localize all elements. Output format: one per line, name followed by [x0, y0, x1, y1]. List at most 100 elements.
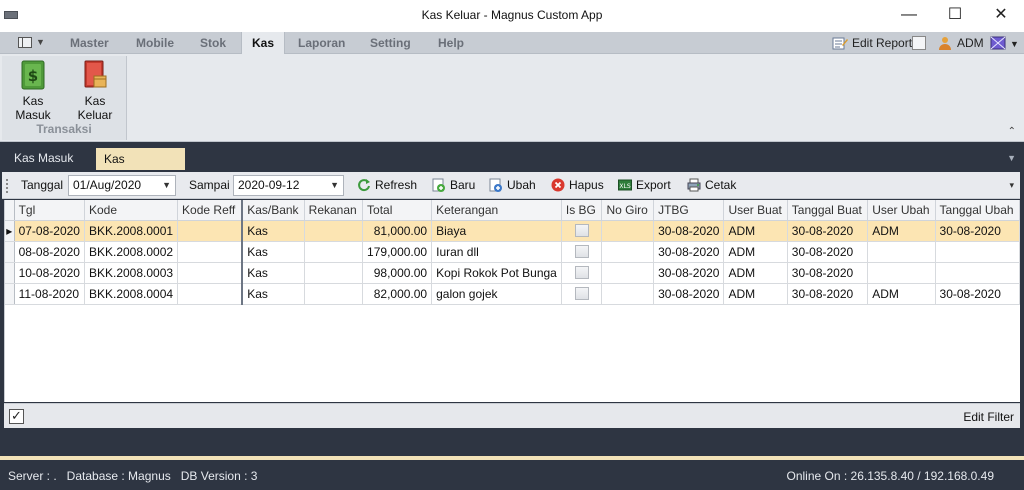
cell-tanggal-ubah[interactable]: 30-08-2020: [935, 220, 1021, 242]
cell-kas-bank[interactable]: Kas: [241, 241, 305, 263]
cell-tgl[interactable]: 08-08-2020: [14, 241, 85, 263]
doc-tab-kas-keluar[interactable]: Kas Keluar✕: [96, 148, 185, 184]
chevron-down-icon[interactable]: ▼: [1007, 153, 1016, 163]
hapus-button[interactable]: Hapus: [551, 178, 604, 192]
cell-kode-reff[interactable]: [177, 241, 243, 263]
column-header-total[interactable]: Total: [362, 200, 433, 221]
cell-tanggal-buat[interactable]: 30-08-2020: [787, 262, 869, 284]
cell-keterangan[interactable]: galon gojek: [431, 283, 562, 305]
cell-tanggal-ubah[interactable]: 30-08-2020: [935, 283, 1021, 305]
column-header-tanggal-buat[interactable]: Tanggal Buat: [787, 200, 869, 221]
column-header-user-ubah[interactable]: User Ubah: [867, 200, 936, 221]
cell-tanggal-buat[interactable]: 30-08-2020: [787, 220, 869, 242]
cetak-button[interactable]: Cetak: [687, 178, 736, 192]
column-header-no-giro[interactable]: No Giro: [601, 200, 655, 221]
tab-stok[interactable]: Stok: [190, 32, 236, 54]
is-bg-checkbox[interactable]: [574, 286, 589, 300]
cell-keterangan[interactable]: Kopi Rokok Pot Bunga: [431, 262, 562, 284]
cell-kode[interactable]: BKK.2008.0003: [84, 262, 179, 284]
skin-menu[interactable]: ▼: [990, 32, 1019, 54]
cell-no-giro[interactable]: [601, 262, 655, 284]
user-menu[interactable]: ADM: [937, 32, 984, 54]
cell-no-giro[interactable]: [601, 220, 655, 242]
tab-kas[interactable]: Kas: [241, 32, 286, 55]
is-bg-checkbox[interactable]: [574, 223, 589, 237]
toolbar-overflow-icon[interactable]: ▾: [1009, 180, 1014, 191]
column-header-rekanan[interactable]: Rekanan: [304, 200, 364, 221]
cell-tanggal-buat[interactable]: 30-08-2020: [787, 241, 869, 263]
cell-total[interactable]: 81,000.00: [362, 220, 433, 242]
cell-keterangan[interactable]: Iuran dll: [431, 241, 562, 263]
is-bg-checkbox[interactable]: [574, 265, 589, 279]
cell-user-buat[interactable]: ADM: [723, 262, 788, 284]
cell-user-ubah[interactable]: ADM: [867, 283, 936, 305]
sampai-date-input[interactable]: 2020-09-12 ▼: [233, 175, 344, 196]
cell-is-bg[interactable]: [561, 283, 603, 305]
cell-jtbg[interactable]: 30-08-2020: [653, 283, 725, 305]
column-header-user-buat[interactable]: User Buat: [723, 200, 788, 221]
cell-tgl[interactable]: 10-08-2020: [14, 262, 85, 284]
doc-tab-kas-masuk[interactable]: Kas Masuk: [6, 148, 81, 170]
application-menu-button[interactable]: ▼: [8, 34, 48, 52]
column-header-keterangan[interactable]: Keterangan: [431, 200, 562, 221]
table-row[interactable]: 11-08-2020 BKK.2008.0004 Kas 82,000.00 g…: [5, 283, 1021, 305]
cell-rekanan[interactable]: [304, 241, 364, 263]
column-header-is-bg[interactable]: Is BG: [561, 200, 603, 221]
cell-total[interactable]: 98,000.00: [362, 262, 433, 284]
cell-tgl[interactable]: 07-08-2020: [14, 220, 85, 242]
export-button[interactable]: XLS Export: [618, 178, 671, 192]
cell-total[interactable]: 179,000.00: [362, 241, 433, 263]
is-bg-checkbox[interactable]: [574, 244, 589, 258]
edit-report-button[interactable]: Edit Report: [832, 32, 912, 54]
cell-total[interactable]: 82,000.00: [362, 283, 433, 305]
cell-rekanan[interactable]: [304, 262, 364, 284]
column-header-jtbg[interactable]: JTBG: [653, 200, 725, 221]
filter-enable-checkbox[interactable]: ✓: [9, 409, 24, 424]
toolbar-grip[interactable]: [6, 179, 8, 193]
cell-jtbg[interactable]: 30-08-2020: [653, 220, 725, 242]
kas-keluar-ribbon-button[interactable]: Kas Keluar: [66, 58, 124, 122]
tab-setting[interactable]: Setting: [360, 32, 421, 54]
table-row[interactable]: 08-08-2020 BKK.2008.0002 Kas 179,000.00 …: [5, 241, 1021, 263]
cell-is-bg[interactable]: [561, 241, 603, 263]
cell-is-bg[interactable]: [561, 220, 603, 242]
cell-kode[interactable]: BKK.2008.0002: [84, 241, 179, 263]
tab-mobile[interactable]: Mobile: [126, 32, 184, 54]
tanggal-date-input[interactable]: 01/Aug/2020 ▼: [68, 175, 176, 196]
cell-kas-bank[interactable]: Kas: [241, 220, 305, 242]
cell-kode-reff[interactable]: [177, 283, 243, 305]
cell-tanggal-ubah[interactable]: [935, 241, 1021, 263]
cell-tanggal-ubah[interactable]: [935, 262, 1021, 284]
cell-tgl[interactable]: 11-08-2020: [14, 283, 85, 305]
cell-is-bg[interactable]: [561, 262, 603, 284]
table-row[interactable]: ▸ 07-08-2020 BKK.2008.0001 Kas 81,000.00…: [5, 220, 1021, 242]
dropdown-arrow-icon[interactable]: ▼: [330, 176, 339, 195]
cell-jtbg[interactable]: 30-08-2020: [653, 262, 725, 284]
column-header-kode-reff[interactable]: Kode Reff: [177, 200, 243, 221]
ribbon-collapse-button[interactable]: ⌃: [1008, 126, 1016, 137]
baru-button[interactable]: Baru: [432, 178, 475, 192]
cell-no-giro[interactable]: [601, 283, 655, 305]
table-row[interactable]: 10-08-2020 BKK.2008.0003 Kas 98,000.00 K…: [5, 262, 1021, 284]
column-header-tgl[interactable]: Tgl: [14, 200, 85, 221]
cell-no-giro[interactable]: [601, 241, 655, 263]
cell-kode[interactable]: BKK.2008.0001: [84, 220, 179, 242]
tab-master[interactable]: Master: [60, 32, 119, 54]
ubah-button[interactable]: Ubah: [489, 178, 536, 192]
cell-user-buat[interactable]: ADM: [723, 241, 788, 263]
cell-keterangan[interactable]: Biaya: [431, 220, 562, 242]
cell-user-buat[interactable]: ADM: [723, 220, 788, 242]
maximize-button[interactable]: ☐: [932, 0, 978, 32]
cell-kas-bank[interactable]: Kas: [241, 262, 305, 284]
tab-help[interactable]: Help: [428, 32, 474, 54]
cell-user-buat[interactable]: ADM: [723, 283, 788, 305]
cell-kas-bank[interactable]: Kas: [241, 283, 305, 305]
column-header-kas-bank[interactable]: Kas/Bank: [241, 200, 305, 221]
cell-tanggal-buat[interactable]: 30-08-2020: [787, 283, 869, 305]
edit-filter-button[interactable]: Edit Filter: [963, 410, 1014, 424]
refresh-button[interactable]: Refresh: [357, 178, 417, 192]
tab-laporan[interactable]: Laporan: [288, 32, 355, 54]
dropdown-arrow-icon[interactable]: ▼: [162, 176, 171, 195]
cell-user-ubah[interactable]: [867, 262, 936, 284]
cell-kode-reff[interactable]: [177, 220, 243, 242]
